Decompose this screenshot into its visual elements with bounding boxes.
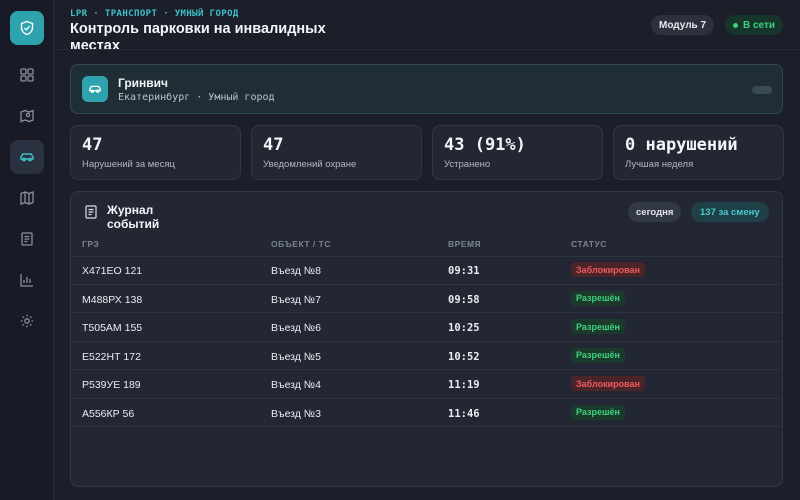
journal-title: Журнал событий: [107, 203, 160, 231]
sidebar-item-map[interactable]: [10, 181, 44, 215]
column-header-object[interactable]: ОБЪЕКТ / ТС: [271, 239, 331, 249]
breadcrumb: LPR · ТРАНСПОРТ · УМНЫЙ ГОРОД: [70, 9, 239, 19]
filter-today-button[interactable]: сегодня: [628, 202, 682, 222]
stat-card-resolved: 43 (91%) Устранено: [432, 125, 603, 180]
time-cell: 11:46: [448, 407, 480, 420]
status-badge: Разрешён: [571, 290, 625, 306]
column-header-time[interactable]: ВРЕМЯ: [448, 239, 481, 249]
chart-icon: [20, 274, 33, 287]
online-status-label: В сети: [743, 19, 776, 31]
sidebar-item-dashboard[interactable]: [10, 58, 44, 92]
time-cell: 10:25: [448, 322, 480, 334]
object-cell: Въезд №6: [271, 322, 321, 334]
time-cell: 09:58: [448, 293, 480, 306]
status-badge: Разрешён: [571, 404, 625, 420]
dashboard-icon: [20, 68, 34, 82]
object-cell: Въезд №3: [271, 407, 321, 420]
location-toggle[interactable]: [752, 86, 772, 94]
online-status-badge: В сети: [725, 15, 784, 35]
status-badge: Заблокирован: [571, 376, 645, 391]
plate-cell: М488РХ 138: [82, 293, 143, 306]
object-cell: Въезд №5: [271, 350, 321, 363]
sidebar-item-transport[interactable]: [10, 140, 44, 174]
stat-card-best-week: 0 нарушений Лучшая неделя: [613, 125, 784, 180]
table-row[interactable]: Т505АМ 155 Въезд №6 10:25 Разрешён: [71, 313, 782, 342]
plate-cell: Х471ЕО 121: [82, 265, 143, 277]
stat-label: Устранено: [444, 159, 491, 170]
time-cell: 10:52: [448, 350, 480, 363]
map-icon: [20, 191, 34, 205]
document-icon: [85, 205, 97, 219]
stat-value: 47: [263, 135, 284, 155]
event-journal: Журнал событий сегодня 137 за смену ГРЗ …: [70, 191, 783, 487]
sidebar-item-locations[interactable]: [10, 99, 44, 133]
plate-cell: Е522НТ 172: [82, 350, 141, 363]
table-row[interactable]: Х471ЕО 121 Въезд №8 09:31 Заблокирован: [71, 256, 782, 285]
stat-card-notifications: 47 Уведомлений охране: [251, 125, 422, 180]
plate-cell: Т505АМ 155: [82, 322, 143, 334]
header-divider: [54, 49, 800, 50]
time-cell: 09:31: [448, 265, 480, 277]
document-icon: [21, 232, 33, 246]
shield-icon: [20, 20, 34, 36]
gear-icon: [20, 314, 34, 328]
sidebar-item-settings[interactable]: [10, 304, 44, 338]
table-row[interactable]: М488РХ 138 Въезд №7 09:58 Разрешён: [71, 285, 782, 313]
stat-label: Лучшая неделя: [625, 159, 694, 170]
stat-value: 0 нарушений: [625, 135, 738, 155]
stat-label: Нарушений за месяц: [82, 159, 175, 170]
stat-card-violations: 47 Нарушений за месяц: [70, 125, 241, 180]
location-subtitle: Екатеринбург · Умный город: [118, 92, 275, 103]
module-badge: Модуль 7: [651, 15, 715, 35]
map-pin-icon: [20, 109, 34, 123]
car-icon: [20, 153, 34, 162]
object-cell: Въезд №4: [271, 379, 321, 391]
table-row[interactable]: Р539УЕ 189 Въезд №4 11:19 Заблокирован: [71, 370, 782, 399]
plate-cell: А556КР 56: [82, 407, 135, 420]
time-cell: 11:19: [448, 379, 480, 391]
status-badge: Разрешён: [571, 347, 625, 363]
object-cell: Въезд №7: [271, 293, 321, 306]
shield-logo[interactable]: [10, 11, 44, 45]
stat-value: 43 (91%): [444, 135, 526, 155]
location-card[interactable]: Гринвич Екатеринбург · Умный город: [70, 64, 783, 114]
location-name: Гринвич: [118, 76, 169, 90]
sidebar-item-analytics[interactable]: [10, 263, 44, 297]
plate-cell: Р539УЕ 189: [82, 379, 141, 391]
car-icon: [89, 85, 101, 93]
object-cell: Въезд №8: [271, 265, 321, 277]
sidebar: [0, 0, 54, 500]
table-row[interactable]: А556КР 56 Въезд №3 11:46 Разрешён: [71, 399, 782, 427]
table-row[interactable]: Е522НТ 172 Въезд №5 10:52 Разрешён: [71, 342, 782, 370]
stat-label: Уведомлений охране: [263, 159, 357, 170]
sidebar-item-reports[interactable]: [10, 222, 44, 256]
column-header-status[interactable]: СТАТУС: [571, 239, 607, 249]
stat-value: 47: [82, 135, 103, 155]
status-badge: Разрешён: [571, 319, 625, 334]
filter-shift-button[interactable]: 137 за смену: [691, 202, 769, 222]
status-dot-icon: [733, 22, 738, 28]
status-badge: Заблокирован: [571, 262, 645, 277]
column-header-plate[interactable]: ГРЗ: [82, 239, 99, 249]
location-car-icon: [82, 76, 108, 102]
